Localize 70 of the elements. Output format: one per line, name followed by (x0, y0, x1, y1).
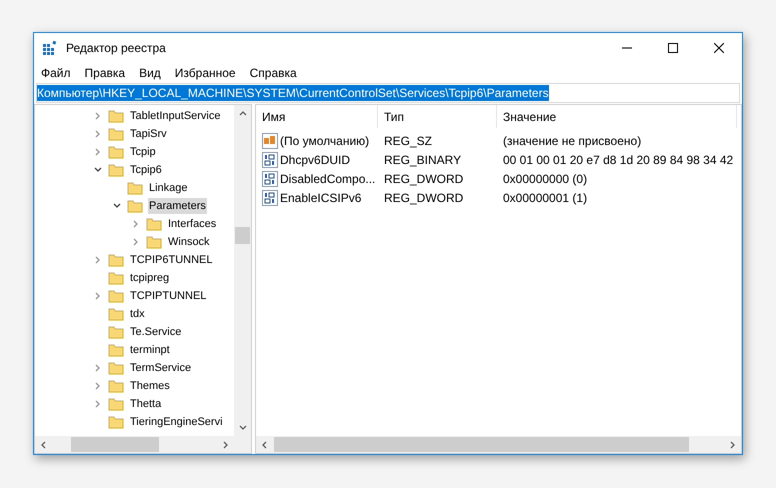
tree-item[interactable]: Tcpip6 (129, 162, 163, 178)
vertical-scrollbar[interactable] (234, 105, 251, 436)
folder-icon (127, 180, 143, 196)
table-cell-text: REG_DWORD (383, 190, 464, 206)
menu-item[interactable]: Правка (84, 64, 126, 82)
menu-item[interactable]: Вид (139, 64, 161, 82)
tree-item[interactable]: Tcpip (129, 144, 157, 160)
table-cell-text: 00 01 00 01 20 e7 d8 1d 20 89 84 98 34 42 (502, 152, 734, 168)
table-cell-text: 0x00000001 (1) (502, 190, 588, 206)
maximize-icon (668, 42, 678, 52)
folder-icon (108, 414, 124, 430)
folder-icon (108, 252, 124, 268)
table-cell-text: REG_BINARY (383, 152, 462, 168)
folder-icon (146, 216, 162, 232)
table-cell-text: (значение не присвоено) (502, 132, 642, 150)
tree-item[interactable]: tcpipreg (129, 270, 170, 286)
tree-item[interactable]: TieringEngineServi (129, 414, 224, 430)
menu-item[interactable]: Файл (41, 64, 71, 82)
value-name[interactable]: EnableICSIPv6 (280, 188, 362, 206)
tree-item[interactable]: Thetta (129, 396, 162, 412)
folder-icon (108, 360, 124, 376)
table-cell-text: 0x00000000 (0) (502, 170, 588, 188)
window-title: Редактор реестра (66, 40, 166, 56)
folder-icon (127, 198, 143, 214)
menu-item[interactable]: Справка (250, 64, 297, 82)
table-cell-text: REG_SZ (383, 132, 434, 150)
binary-value-icon (262, 152, 278, 168)
value-name[interactable]: DisabledCompo... (280, 170, 376, 188)
tree-item[interactable]: terminpt (129, 342, 171, 358)
tree-item[interactable]: TabletInputService (129, 108, 222, 124)
tree-item[interactable]: Themes (129, 378, 171, 394)
registry-icon (42, 40, 58, 56)
value-name[interactable]: (По умолчанию) (280, 132, 370, 150)
horizontal-scrollbar[interactable] (35, 436, 251, 453)
folder-icon (108, 108, 124, 124)
folder-icon (146, 234, 162, 250)
folder-icon (108, 396, 124, 412)
folder-icon (108, 324, 124, 340)
close-icon (714, 42, 724, 52)
tree-item[interactable]: Te.Service (129, 324, 182, 340)
scroll-thumb[interactable] (71, 437, 159, 452)
column-header[interactable]: Имя (256, 105, 378, 128)
folder-icon (108, 144, 124, 160)
folder-icon (108, 162, 124, 178)
tree-item[interactable]: TCPIP6TUNNEL (129, 252, 214, 268)
table-cell-text: REG_DWORD (383, 170, 464, 188)
tree-item[interactable]: Linkage (148, 180, 189, 196)
tree-item[interactable]: Parameters (148, 198, 207, 214)
folder-icon (108, 378, 124, 394)
column-header[interactable]: Тип (378, 105, 497, 128)
column-header[interactable]: Значение (497, 105, 737, 128)
tree-item[interactable]: TapiSrv (129, 126, 168, 142)
tree-item[interactable]: Interfaces (167, 216, 218, 232)
tree-item[interactable]: Winsock (167, 234, 211, 250)
tree-item[interactable]: TCPIPTUNNEL (129, 288, 208, 304)
tree-item[interactable]: TermService (129, 360, 192, 376)
folder-icon (108, 342, 124, 358)
scroll-thumb[interactable] (235, 227, 250, 244)
menu-item[interactable]: Избранное (174, 64, 236, 82)
folder-icon (108, 270, 124, 286)
folder-icon (108, 288, 124, 304)
horizontal-scrollbar[interactable] (256, 436, 741, 453)
value-name[interactable]: Dhcpv6DUID (280, 150, 350, 168)
folder-icon (108, 306, 124, 322)
tree-item[interactable]: tdx (129, 306, 146, 322)
folder-icon (108, 126, 124, 142)
binary-value-icon (262, 190, 278, 206)
string-value-icon (262, 132, 278, 148)
scroll-thumb[interactable] (274, 437, 689, 452)
binary-value-icon (262, 170, 278, 186)
